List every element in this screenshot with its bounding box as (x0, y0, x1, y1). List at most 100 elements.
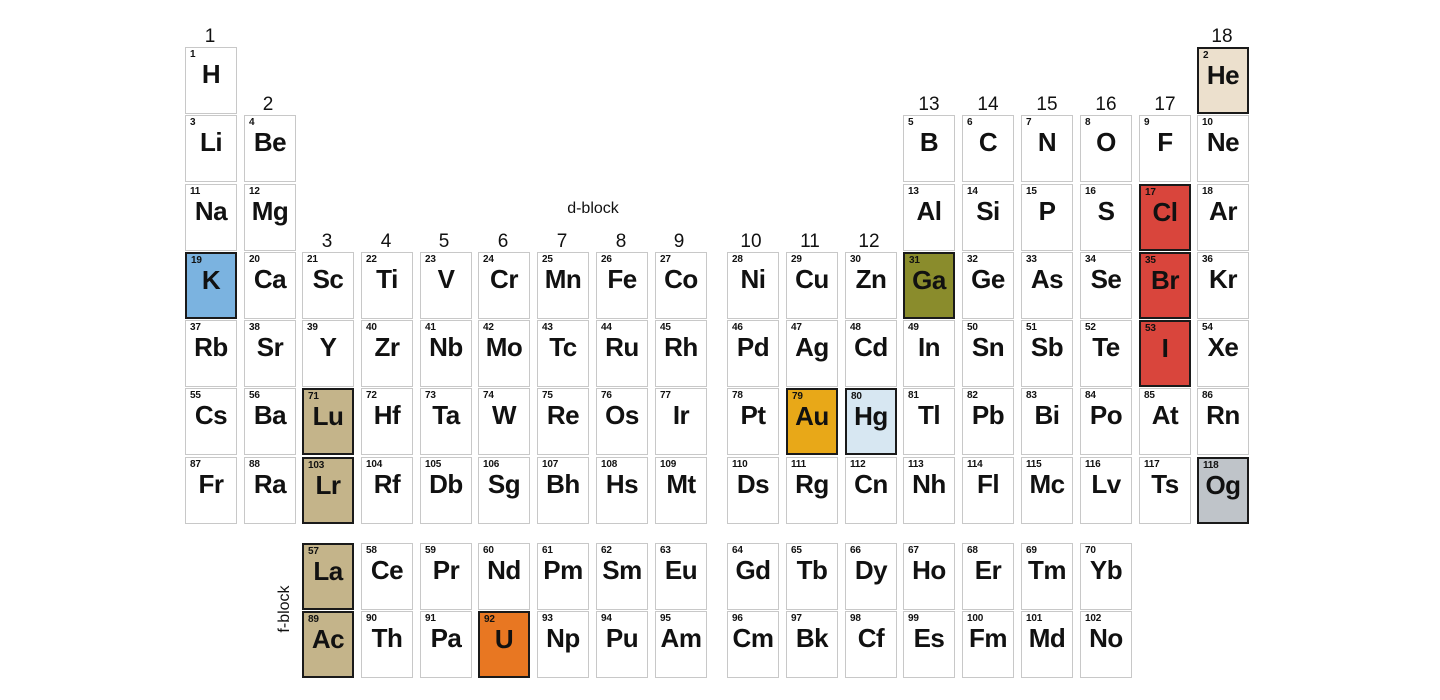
element-cell-og[interactable]: 118 Og (1197, 457, 1249, 524)
element-cell-as[interactable]: 33 As (1021, 252, 1073, 319)
element-cell-tm[interactable]: 69 Tm (1021, 543, 1073, 610)
element-cell-i[interactable]: 53 I (1139, 320, 1191, 387)
element-cell-xe[interactable]: 54 Xe (1197, 320, 1249, 387)
element-cell-re[interactable]: 75 Re (537, 388, 589, 455)
element-cell-rb[interactable]: 37 Rb (185, 320, 237, 387)
element-cell-np[interactable]: 93 Np (537, 611, 589, 678)
element-cell-hf[interactable]: 72 Hf (361, 388, 413, 455)
element-cell-ti[interactable]: 22 Ti (361, 252, 413, 319)
element-cell-cd[interactable]: 48 Cd (845, 320, 897, 387)
element-cell-na[interactable]: 11 Na (185, 184, 237, 251)
element-cell-sr[interactable]: 38 Sr (244, 320, 296, 387)
element-cell-md[interactable]: 101 Md (1021, 611, 1073, 678)
element-cell-po[interactable]: 84 Po (1080, 388, 1132, 455)
element-cell-nb[interactable]: 41 Nb (420, 320, 472, 387)
element-cell-cm[interactable]: 96 Cm (727, 611, 779, 678)
element-cell-sm[interactable]: 62 Sm (596, 543, 648, 610)
element-cell-bk[interactable]: 97 Bk (786, 611, 838, 678)
element-cell-fr[interactable]: 87 Fr (185, 457, 237, 524)
element-cell-b[interactable]: 5B (903, 115, 955, 182)
element-cell-w[interactable]: 74 W (478, 388, 530, 455)
element-cell-y[interactable]: 39 Y (302, 320, 354, 387)
element-cell-no[interactable]: 102 No (1080, 611, 1132, 678)
element-cell-co[interactable]: 27 Co (655, 252, 707, 319)
element-cell-pb[interactable]: 82 Pb (962, 388, 1014, 455)
element-cell-cn[interactable]: 112 Cn (845, 457, 897, 524)
element-cell-be[interactable]: 4 Be (244, 115, 296, 182)
element-cell-bi[interactable]: 83 Bi (1021, 388, 1073, 455)
element-cell-p[interactable]: 15 P (1021, 184, 1073, 251)
element-cell-ta[interactable]: 73 Ta (420, 388, 472, 455)
element-cell-te[interactable]: 52 Te (1080, 320, 1132, 387)
element-cell-pa[interactable]: 91 Pa (420, 611, 472, 678)
element-cell-th[interactable]: 90 Th (361, 611, 413, 678)
element-cell-mt[interactable]: 109 Mt (655, 457, 707, 524)
element-cell-la[interactable]: 57 La (302, 543, 354, 610)
element-cell-ac[interactable]: 89 Ac (302, 611, 354, 678)
element-cell-sg[interactable]: 106 Sg (478, 457, 530, 524)
element-cell-nd[interactable]: 60 Nd (478, 543, 530, 610)
element-cell-at[interactable]: 85 At (1139, 388, 1191, 455)
element-cell-si[interactable]: 14 Si (962, 184, 1014, 251)
element-cell-in[interactable]: 49 In (903, 320, 955, 387)
element-cell-lu[interactable]: 71 Lu (302, 388, 354, 455)
element-cell-os[interactable]: 76 Os (596, 388, 648, 455)
element-cell-am[interactable]: 95 Am (655, 611, 707, 678)
element-cell-v[interactable]: 23 V (420, 252, 472, 319)
element-cell-al[interactable]: 13 Al (903, 184, 955, 251)
element-cell-ru[interactable]: 44 Ru (596, 320, 648, 387)
element-cell-h[interactable]: 1H (185, 47, 237, 114)
element-cell-u[interactable]: 92 U (478, 611, 530, 678)
element-cell-lr[interactable]: 103 Lr (302, 457, 354, 524)
element-cell-zn[interactable]: 30 Zn (845, 252, 897, 319)
element-cell-k[interactable]: 19 K (185, 252, 237, 319)
element-cell-ra[interactable]: 88 Ra (244, 457, 296, 524)
element-cell-cf[interactable]: 98 Cf (845, 611, 897, 678)
element-cell-ca[interactable]: 20 Ca (244, 252, 296, 319)
element-cell-cs[interactable]: 55 Cs (185, 388, 237, 455)
element-cell-ge[interactable]: 32 Ge (962, 252, 1014, 319)
element-cell-rf[interactable]: 104 Rf (361, 457, 413, 524)
element-cell-dy[interactable]: 66 Dy (845, 543, 897, 610)
element-cell-sc[interactable]: 21 Sc (302, 252, 354, 319)
element-cell-cl[interactable]: 17 Cl (1139, 184, 1191, 251)
element-cell-cr[interactable]: 24 Cr (478, 252, 530, 319)
element-cell-lv[interactable]: 116 Lv (1080, 457, 1132, 524)
element-cell-ce[interactable]: 58 Ce (361, 543, 413, 610)
element-cell-fe[interactable]: 26 Fe (596, 252, 648, 319)
element-cell-er[interactable]: 68 Er (962, 543, 1014, 610)
element-cell-he[interactable]: 2 He (1197, 47, 1249, 114)
element-cell-pu[interactable]: 94 Pu (596, 611, 648, 678)
element-cell-ag[interactable]: 47 Ag (786, 320, 838, 387)
element-cell-ir[interactable]: 77 Ir (655, 388, 707, 455)
element-cell-fl[interactable]: 114 Fl (962, 457, 1014, 524)
element-cell-ni[interactable]: 28 Ni (727, 252, 779, 319)
element-cell-ar[interactable]: 18 Ar (1197, 184, 1249, 251)
element-cell-rg[interactable]: 111 Rg (786, 457, 838, 524)
element-cell-br[interactable]: 35 Br (1139, 252, 1191, 319)
element-cell-fm[interactable]: 100 Fm (962, 611, 1014, 678)
element-cell-se[interactable]: 34 Se (1080, 252, 1132, 319)
element-cell-pd[interactable]: 46 Pd (727, 320, 779, 387)
element-cell-cu[interactable]: 29 Cu (786, 252, 838, 319)
element-cell-pm[interactable]: 61 Pm (537, 543, 589, 610)
element-cell-mn[interactable]: 25 Mn (537, 252, 589, 319)
element-cell-hs[interactable]: 108 Hs (596, 457, 648, 524)
element-cell-f[interactable]: 9F (1139, 115, 1191, 182)
element-cell-pr[interactable]: 59 Pr (420, 543, 472, 610)
element-cell-ho[interactable]: 67 Ho (903, 543, 955, 610)
element-cell-gd[interactable]: 64 Gd (727, 543, 779, 610)
element-cell-db[interactable]: 105 Db (420, 457, 472, 524)
element-cell-li[interactable]: 3 Li (185, 115, 237, 182)
element-cell-hg[interactable]: 80 Hg (845, 388, 897, 455)
element-cell-ba[interactable]: 56 Ba (244, 388, 296, 455)
element-cell-nh[interactable]: 113 Nh (903, 457, 955, 524)
element-cell-au[interactable]: 79 Au (786, 388, 838, 455)
element-cell-tl[interactable]: 81 Tl (903, 388, 955, 455)
element-cell-mc[interactable]: 115 Mc (1021, 457, 1073, 524)
element-cell-kr[interactable]: 36 Kr (1197, 252, 1249, 319)
element-cell-mg[interactable]: 12 Mg (244, 184, 296, 251)
element-cell-mo[interactable]: 42 Mo (478, 320, 530, 387)
element-cell-tc[interactable]: 43 Tc (537, 320, 589, 387)
element-cell-c[interactable]: 6C (962, 115, 1014, 182)
